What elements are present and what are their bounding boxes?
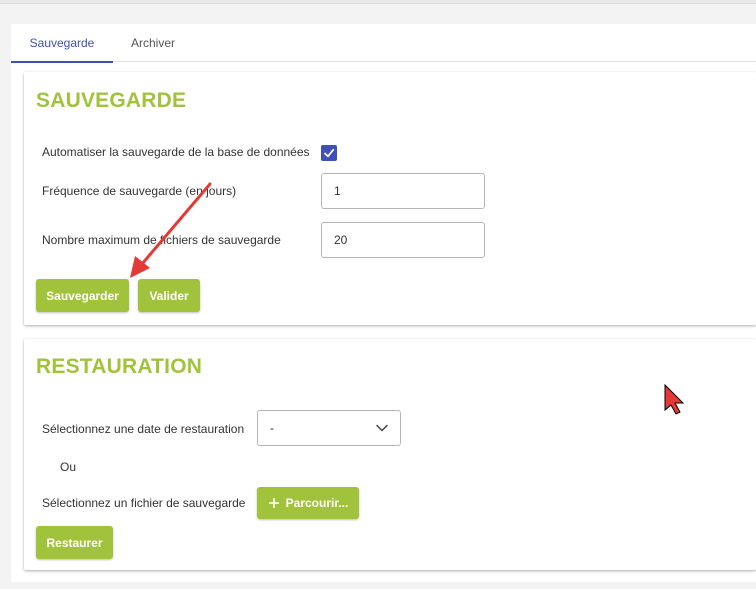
tab-bar: Sauvegarde Archiver xyxy=(11,24,756,63)
browse-label: Parcourir... xyxy=(285,496,349,510)
tab-sauvegarde[interactable]: Sauvegarde xyxy=(11,24,113,63)
restore-card: RESTAURATION Sélectionnez une date de re… xyxy=(24,339,756,570)
max-files-label: Nombre maximum de fichiers de sauvegarde xyxy=(42,233,281,247)
restore-title: RESTAURATION xyxy=(36,355,203,378)
max-files-input[interactable] xyxy=(321,222,485,258)
tab-archiver[interactable]: Archiver xyxy=(121,24,185,62)
chevron-down-icon xyxy=(376,424,388,432)
backup-card: SAUVEGARDE Automatiser la sauvegarde de … xyxy=(24,72,756,325)
auto-backup-label: Automatiser la sauvegarde de la base de … xyxy=(42,145,310,159)
top-strip xyxy=(0,0,756,4)
browse-button[interactable]: Parcourir... xyxy=(257,487,359,519)
restore-button[interactable]: Restaurer xyxy=(36,526,113,559)
restore-date-value: - xyxy=(270,421,274,435)
restore-date-label: Sélectionnez une date de restauration xyxy=(42,422,245,436)
frequency-label: Fréquence de sauvegarde (en jours) xyxy=(42,184,237,198)
backup-title: SAUVEGARDE xyxy=(36,89,187,112)
restore-file-label: Sélectionnez un fichier de sauvegarde xyxy=(42,496,246,510)
checkmark-icon xyxy=(324,148,335,158)
validate-button[interactable]: Valider xyxy=(138,279,200,312)
save-button[interactable]: Sauvegarder xyxy=(36,279,129,312)
plus-icon xyxy=(268,498,279,508)
auto-backup-checkbox[interactable] xyxy=(321,145,337,161)
frequency-input[interactable] xyxy=(321,173,485,209)
or-label: Ou xyxy=(60,460,77,474)
settings-panel: Sauvegarde Archiver SAUVEGARDE Automatis… xyxy=(11,24,756,582)
restore-date-select[interactable]: - xyxy=(257,410,401,446)
